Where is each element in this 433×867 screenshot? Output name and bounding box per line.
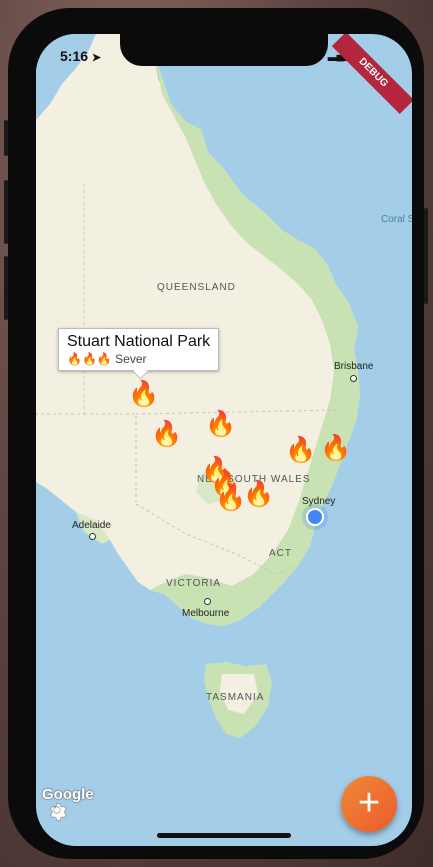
label-coral-sea: Coral Sea (381, 214, 412, 225)
label-tasmania: TASMANIA (206, 692, 265, 703)
status-time: 5:16 ➤ (60, 48, 102, 64)
severity-fire-icons: 🔥🔥🔥 (67, 352, 112, 366)
phone-frame: 5:16 ➤ ▂▄▆ ◠ DEBUG QUEENSLAND NEW SOUTH … (4, 8, 428, 859)
fire-marker[interactable]: 🔥 (205, 412, 236, 437)
gear-icon[interactable] (46, 799, 68, 821)
screen: 5:16 ➤ ▂▄▆ ◠ DEBUG QUEENSLAND NEW SOUTH … (36, 34, 412, 846)
city-melbourne: Melbourne (182, 608, 230, 619)
mute-switch (4, 120, 8, 156)
info-window[interactable]: Stuart National Park 🔥🔥🔥 Sever (58, 328, 220, 371)
info-window-severity: 🔥🔥🔥 Sever (67, 352, 210, 366)
fire-marker[interactable]: 🔥 (151, 422, 182, 447)
label-act: ACT (269, 548, 292, 559)
add-fire-button[interactable]: + (341, 776, 397, 832)
current-location-dot (306, 508, 324, 526)
city-dot-adelaide (89, 533, 96, 540)
volume-up-button (4, 180, 8, 244)
city-sydney: Sydney (302, 496, 336, 507)
fire-marker[interactable]: 🔥 (243, 482, 274, 507)
power-button (424, 208, 428, 304)
info-window-title: Stuart National Park (67, 333, 211, 350)
fire-marker[interactable]: 🔥 (285, 438, 316, 463)
city-dot-brisbane (350, 375, 357, 382)
city-dot-melbourne (204, 598, 211, 605)
fire-marker[interactable]: 🔥 (320, 436, 351, 461)
notch (120, 34, 328, 66)
label-victoria: VICTORIA (166, 578, 222, 589)
home-indicator (157, 833, 291, 838)
city-brisbane: Brisbane (334, 361, 374, 372)
map-canvas[interactable] (36, 34, 412, 846)
city-adelaide: Adelaide (72, 520, 111, 531)
label-queensland: QUEENSLAND (157, 282, 236, 293)
volume-down-button (4, 256, 8, 320)
location-arrow-icon: ➤ (91, 52, 102, 64)
fire-marker[interactable]: 🔥 (128, 382, 159, 407)
fire-marker[interactable]: 🔥 (215, 486, 246, 511)
severity-text: Sever (115, 352, 147, 366)
